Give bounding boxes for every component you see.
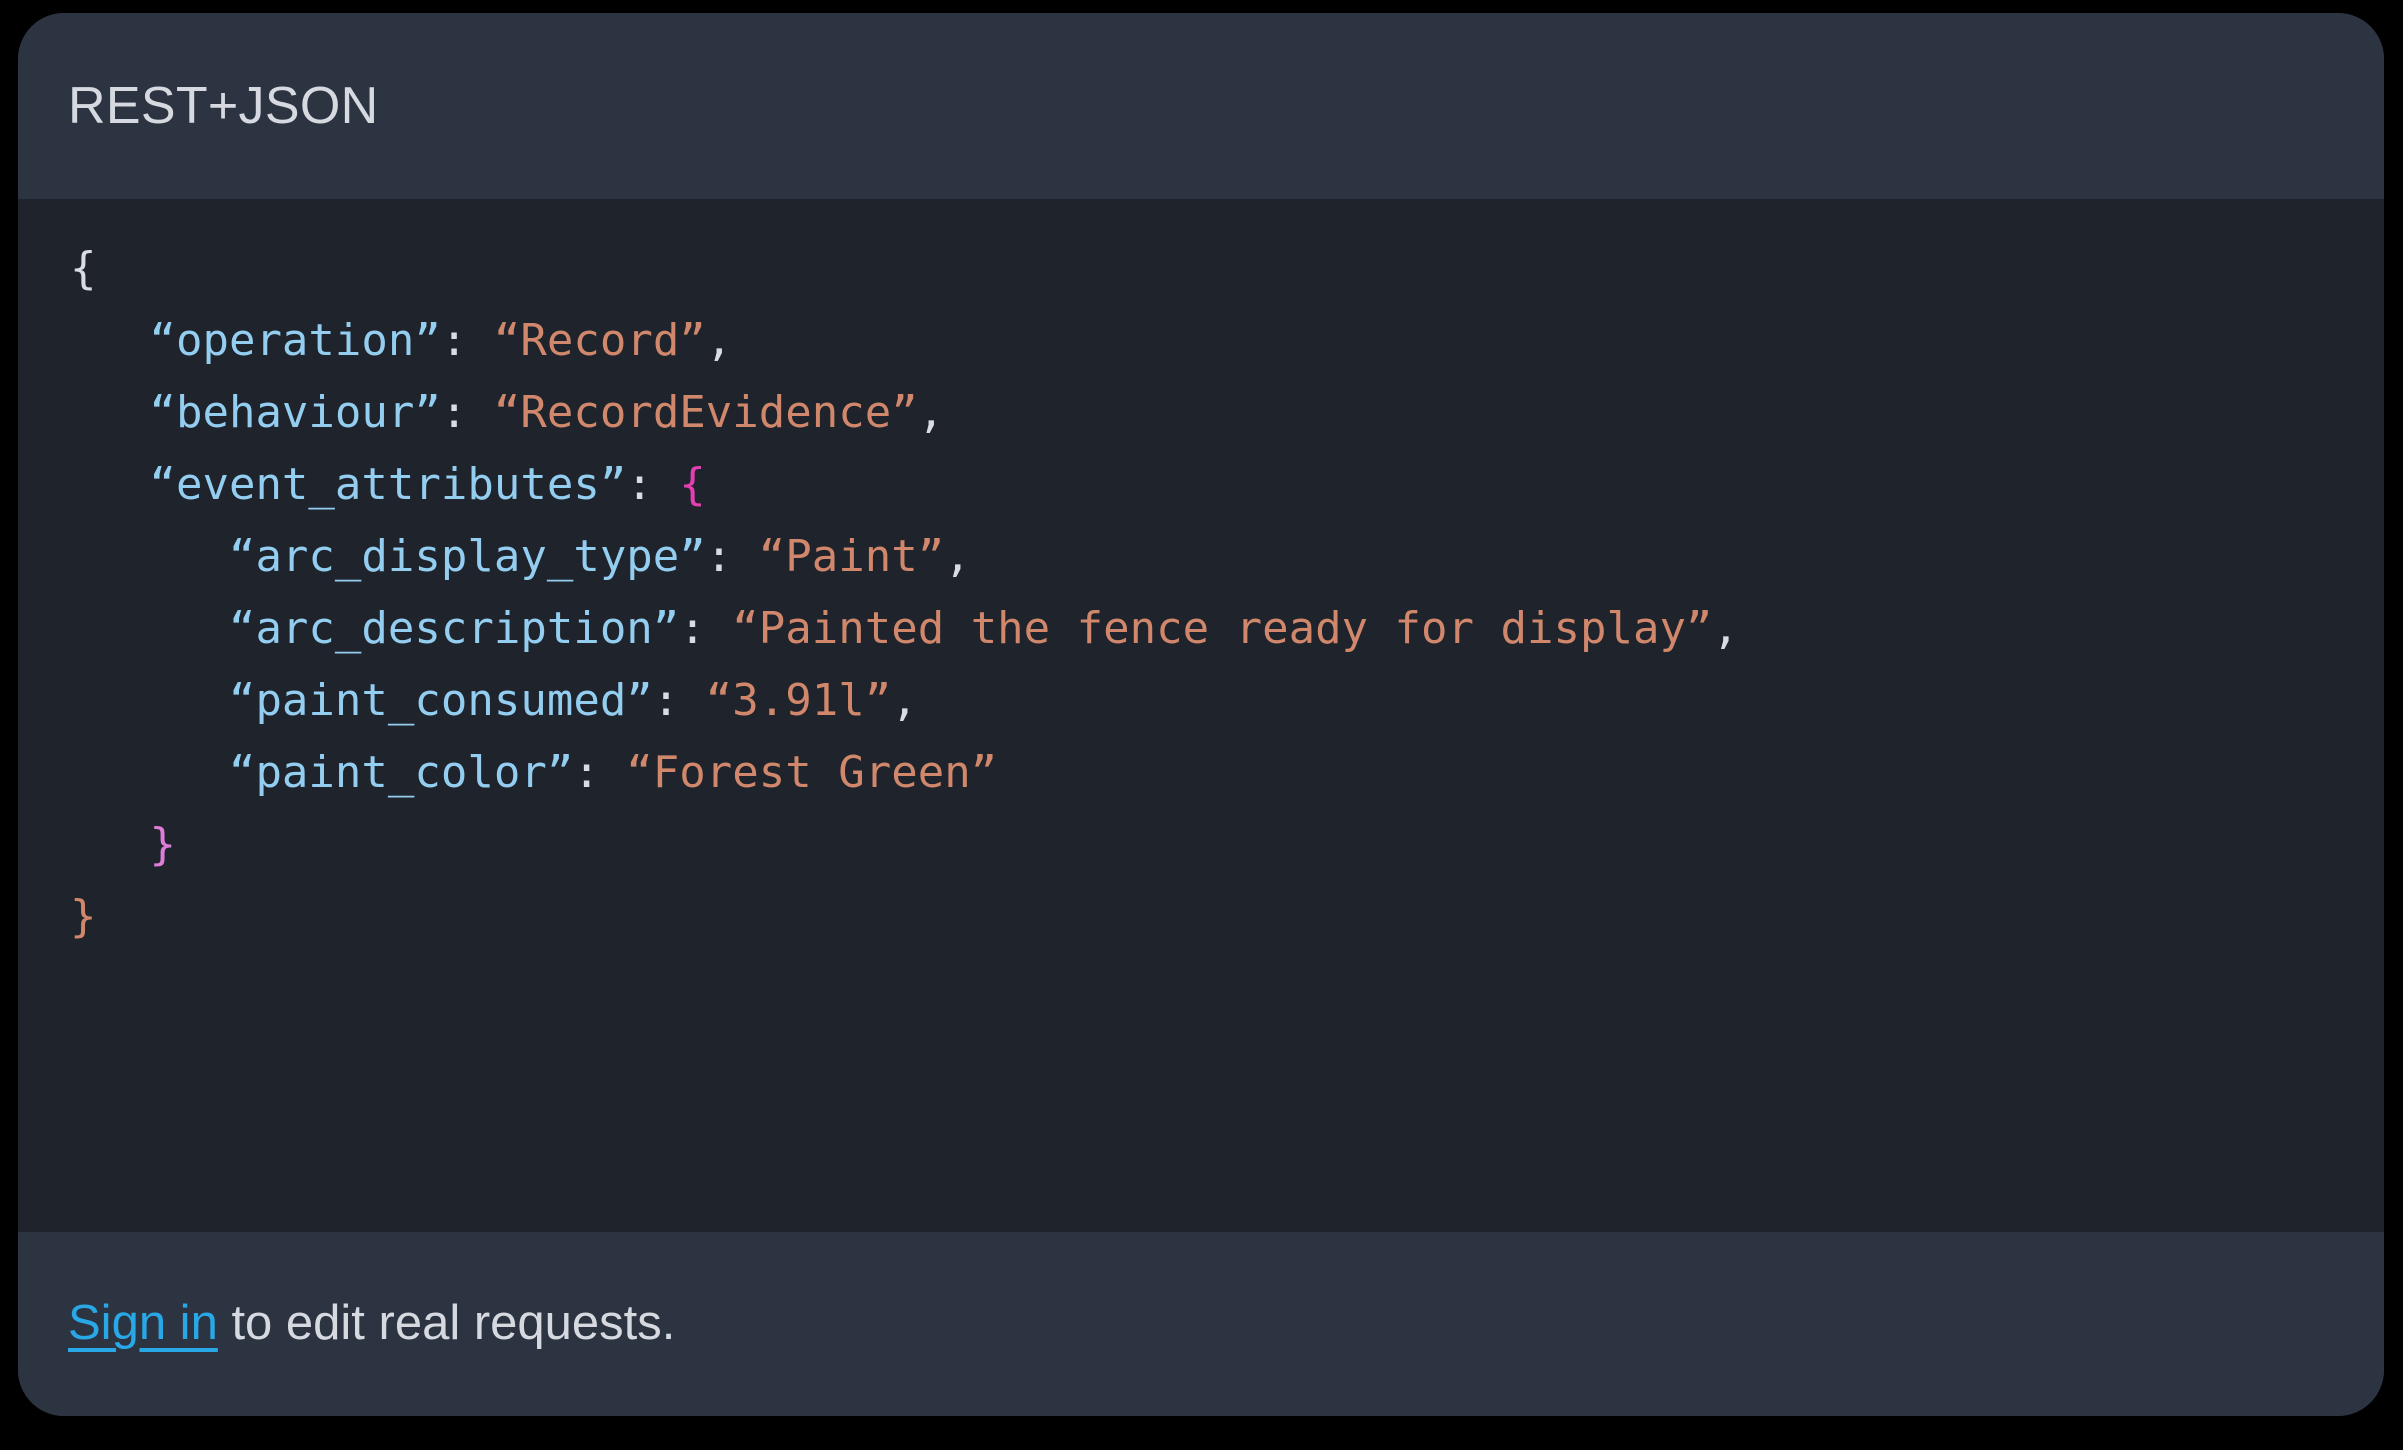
page-root: REST+JSON { “operation”: “Record”, “beha… [0,0,2403,1450]
code-token-punct: : [652,675,706,726]
code-token-string: “Painted the fence ready for display” [732,603,1713,654]
footer-message: Sign in to edit real requests. [68,1296,676,1351]
code-token-key: “paint_color” [228,747,574,798]
sign-in-link[interactable]: Sign in [68,1296,218,1350]
code-line: } [70,809,2384,881]
code-token-key: “event_attributes” [149,459,627,510]
code-token-string: “Paint” [758,531,945,582]
code-token-brace-nested-open: { [679,459,706,510]
card-footer: Sign in to edit real requests. [18,1232,2384,1416]
code-token-string: “3.91l” [705,675,892,726]
code-token-punct: : [440,315,494,366]
code-line: “arc_display_type”: “Paint”, [70,521,2384,593]
code-token-punct: : [679,603,733,654]
code-token-key: “operation” [149,315,441,366]
code-panel[interactable]: { “operation”: “Record”, “behaviour”: “R… [18,199,2384,1232]
code-token-key: “arc_display_type” [228,531,706,582]
code-token-string: “Record” [493,315,706,366]
code-token-punct: , [705,315,733,366]
code-token-brace-nested-close: } [149,819,176,870]
code-token-string: “RecordEvidence” [493,387,918,438]
code-token-brace-outer-open: { [70,243,97,294]
code-token-punct: , [917,387,945,438]
code-line: “paint_consumed”: “3.91l”, [70,665,2384,737]
code-token-punct: : [573,747,627,798]
rest-json-card: REST+JSON { “operation”: “Record”, “beha… [18,13,2384,1416]
code-line: } [70,881,2384,953]
footer-rest-text: to edit real requests. [217,1296,676,1351]
code-line: “behaviour”: “RecordEvidence”, [70,377,2384,449]
code-line: “arc_description”: “Painted the fence re… [70,593,2384,665]
code-token-punct: : [440,387,494,438]
code-token-key: “paint_consumed” [228,675,653,726]
code-token-punct: , [1712,603,1739,654]
code-token-brace-outer-close: } [70,891,97,942]
code-line: “operation”: “Record”, [70,305,2384,377]
json-code-block: { “operation”: “Record”, “behaviour”: “R… [70,233,2384,953]
code-token-punct: , [891,675,918,726]
code-line: “event_attributes”: { [70,449,2384,521]
code-token-string: “Forest Green” [626,747,998,798]
card-header: REST+JSON [18,13,2384,199]
code-line: “paint_color”: “Forest Green” [70,737,2384,809]
code-token-punct: : [626,459,680,510]
code-token-key: “arc_description” [228,603,680,654]
code-line: { [70,233,2384,305]
code-token-punct: : [705,531,759,582]
code-token-punct: , [944,531,971,582]
page-title: REST+JSON [68,77,379,135]
code-token-key: “behaviour” [149,387,441,438]
